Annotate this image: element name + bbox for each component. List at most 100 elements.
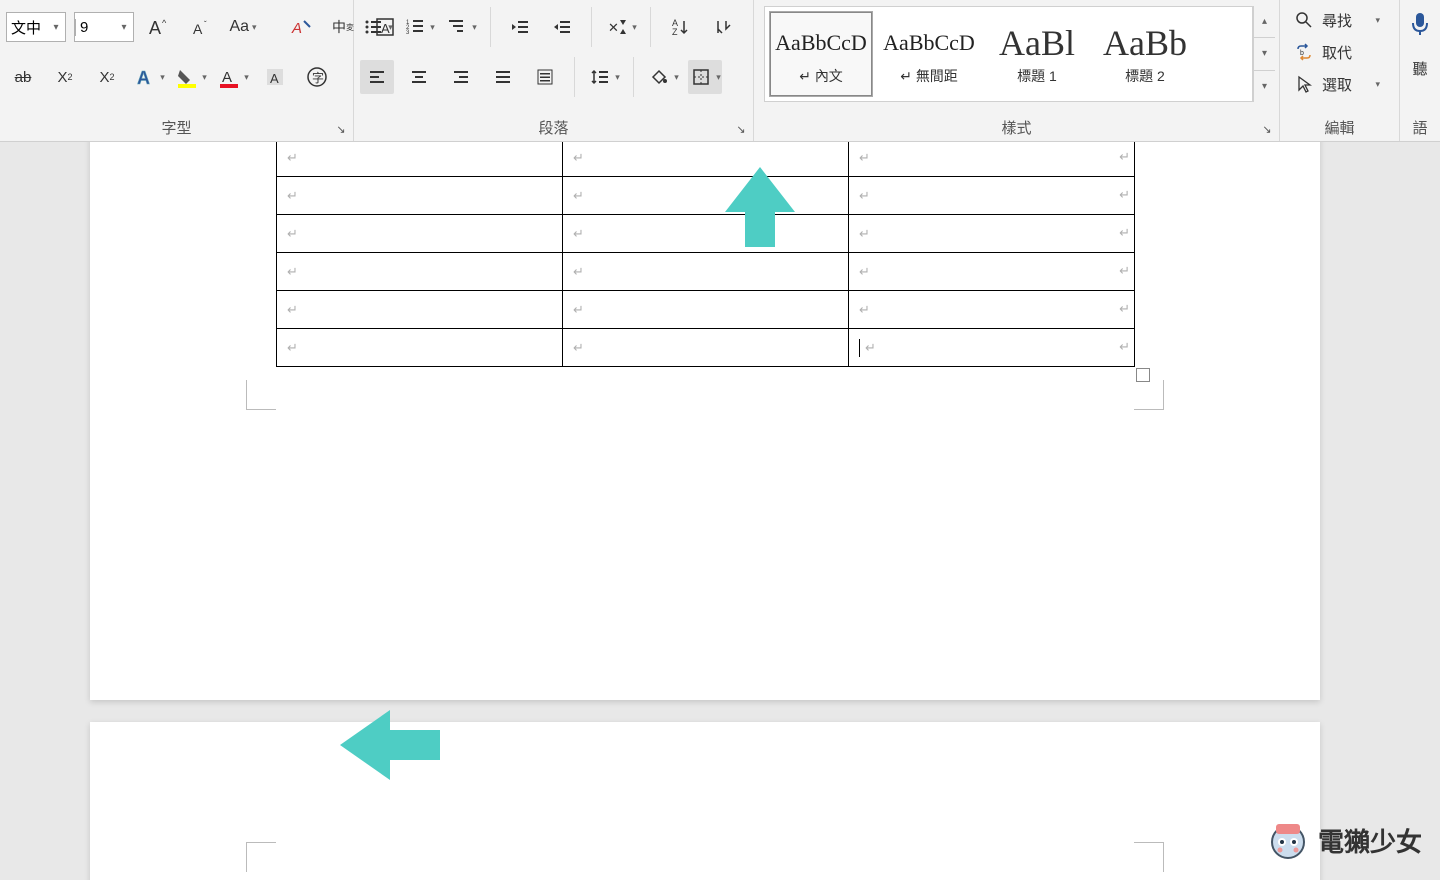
chevron-down-icon[interactable]: ▾ (115, 22, 133, 33)
style-sample: AaBbCcD (775, 22, 867, 64)
separator (591, 7, 592, 47)
dialog-launcher-icon[interactable]: ↘ (733, 121, 749, 137)
select-button[interactable]: 選取 ▾ (1286, 70, 1386, 98)
document-workspace[interactable]: ↵↵↵↵ ↵↵↵↵ ↵↵↵↵ ↵↵↵↵ ↵↵↵↵ ↵↵↵↵ ↵ 電獺少女 (0, 142, 1440, 880)
style-item-heading2[interactable]: AaBb 標題 2 (1093, 11, 1197, 97)
style-item-heading1[interactable]: AaBl 標題 1 (985, 11, 1089, 97)
svg-text:A: A (222, 69, 232, 86)
numbering-button[interactable]: 123 (402, 10, 436, 44)
decrease-indent-button[interactable] (503, 10, 537, 44)
gallery-more-button[interactable]: ▾ (1254, 71, 1275, 102)
dictate-icon (1405, 8, 1435, 38)
lang-label-partial: 語 (1412, 117, 1427, 138)
subscript-icon: X2 (53, 65, 77, 89)
align-right-button[interactable] (444, 60, 478, 94)
find-label: 尋找 (1322, 10, 1352, 31)
svg-text:A: A (137, 68, 150, 88)
increase-indent-button[interactable] (545, 10, 579, 44)
table-row[interactable]: ↵↵↵↵ (277, 252, 1135, 290)
align-justify-button[interactable] (486, 60, 520, 94)
borders-button[interactable] (688, 60, 722, 94)
text-effects-icon: A (133, 65, 157, 89)
margin-corner (1134, 380, 1164, 410)
line-spacing-icon (588, 65, 612, 89)
align-distribute-button[interactable] (528, 60, 562, 94)
line-spacing-button[interactable] (587, 60, 621, 94)
grow-font-button[interactable]: A^ (142, 10, 176, 44)
group-paragraph: 123 ✕ AZ (354, 0, 754, 141)
align-left-button[interactable] (360, 60, 394, 94)
font-color-button[interactable]: A (216, 60, 250, 94)
bullets-icon (361, 15, 385, 39)
align-center-icon (407, 65, 431, 89)
asian-layout-button[interactable]: ✕ (604, 10, 638, 44)
table-row[interactable]: ↵↵↵↵ (277, 290, 1135, 328)
table-row[interactable]: ↵↵↵↵ (277, 142, 1135, 176)
dialog-launcher-icon[interactable]: ↘ (1259, 121, 1275, 137)
page-1[interactable]: ↵↵↵↵ ↵↵↵↵ ↵↵↵↵ ↵↵↵↵ ↵↵↵↵ ↵↵↵↵ (90, 142, 1320, 700)
gallery-up-button[interactable]: ▴ (1254, 6, 1275, 38)
replace-button[interactable]: b 取代 (1286, 38, 1386, 66)
svg-text:A: A (149, 18, 161, 38)
svg-text:A: A (291, 20, 302, 37)
show-marks-button[interactable] (705, 10, 739, 44)
margin-corner (1134, 842, 1164, 872)
group-label-paragraph: 段落 (538, 117, 568, 140)
text-effects-button[interactable]: A (132, 60, 166, 94)
table-row[interactable]: ↵↵↵↵ (277, 176, 1135, 214)
superscript-button[interactable]: X2 (90, 60, 124, 94)
text-cursor (859, 339, 860, 357)
table-row[interactable]: ↵↵↵↵ (277, 214, 1135, 252)
enclose-char-button[interactable]: 字 (300, 60, 334, 94)
font-color-icon: A (217, 65, 241, 89)
align-center-button[interactable] (402, 60, 436, 94)
increase-indent-icon (550, 15, 574, 39)
highlight-button[interactable] (174, 60, 208, 94)
margin-corner (246, 380, 276, 410)
paint-bucket-icon (647, 65, 671, 89)
highlight-icon (175, 65, 199, 89)
clear-format-icon: A (289, 15, 313, 39)
style-item-nospacing[interactable]: AaBbCcD ↵ 無間距 (877, 11, 981, 97)
shading-button[interactable] (646, 60, 680, 94)
page-2[interactable]: ↵ (90, 722, 1320, 880)
numbering-icon: 123 (403, 15, 427, 39)
annotation-arrow-up (720, 162, 800, 252)
change-case-button[interactable]: Aa (226, 10, 260, 44)
group-label-font: 字型 (161, 117, 191, 140)
group-voice-partial: 聽 語 (1400, 0, 1440, 141)
replace-label: 取代 (1322, 42, 1352, 63)
margin-corner (246, 842, 276, 872)
listen-label-partial: 聽 (1412, 58, 1427, 79)
bullets-button[interactable] (360, 10, 394, 44)
svg-text:字: 字 (312, 70, 324, 85)
find-button[interactable]: 尋找 ▾ (1286, 6, 1386, 34)
document-table[interactable]: ↵↵↵↵ ↵↵↵↵ ↵↵↵↵ ↵↵↵↵ ↵↵↵↵ ↵↵↵↵ (276, 142, 1135, 367)
style-item-normal[interactable]: AaBbCcD ↵ 內文 (769, 11, 873, 97)
char-shading-icon: A (263, 65, 287, 89)
gallery-down-button[interactable]: ▾ (1254, 38, 1275, 70)
chevron-down-icon[interactable]: ▾ (47, 22, 65, 33)
font-size-combo[interactable]: 9 ▾ (74, 12, 134, 42)
chevron-down-icon: ▾ (1375, 15, 1380, 26)
dialog-launcher-icon[interactable]: ↘ (333, 121, 349, 137)
align-distribute-icon (533, 65, 557, 89)
styles-gallery: AaBbCcD ↵ 內文 AaBbCcD ↵ 無間距 AaBl 標題 1 AaB… (764, 6, 1253, 102)
subscript-button[interactable]: X2 (48, 60, 82, 94)
svg-text:A: A (193, 21, 203, 37)
multilevel-list-button[interactable] (444, 10, 478, 44)
annotation-arrow-left (335, 700, 445, 790)
clear-format-button[interactable]: A (284, 10, 318, 44)
font-name-combo[interactable]: 文中 ▾ (6, 12, 66, 42)
chevron-down-icon: ▾ (1375, 79, 1380, 90)
grow-font-icon: A^ (147, 15, 171, 39)
svg-text:3: 3 (406, 30, 410, 36)
sort-button[interactable]: AZ (663, 10, 697, 44)
shrink-font-button[interactable]: Aˇ (184, 10, 218, 44)
char-shading-button[interactable]: A (258, 60, 292, 94)
table-row[interactable]: ↵↵↵↵ (277, 328, 1135, 366)
replace-icon: b (1292, 40, 1316, 64)
cursor-icon (1292, 72, 1316, 96)
enclose-char-icon: 字 (305, 65, 329, 89)
strikethrough-button[interactable]: ab (6, 60, 40, 94)
